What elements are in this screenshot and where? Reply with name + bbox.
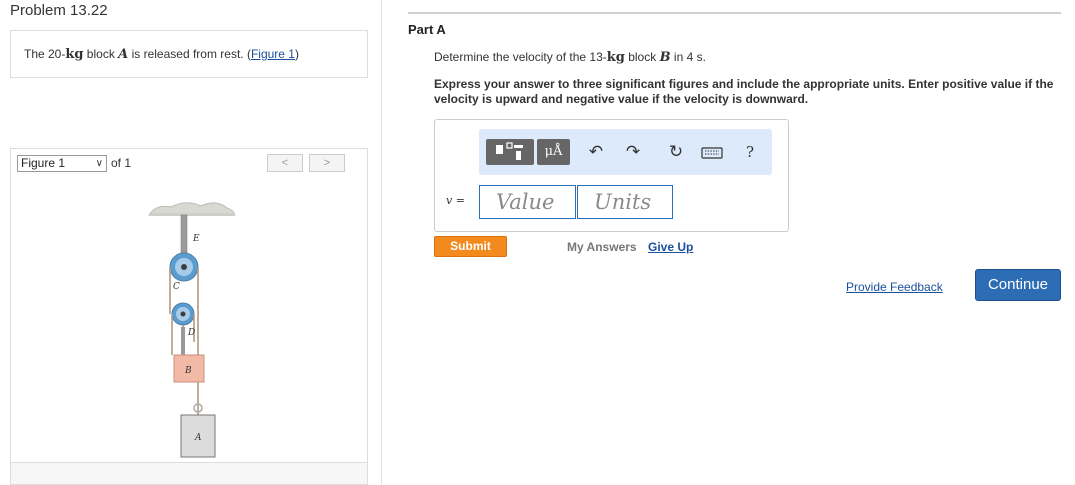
upper-pulley [169,252,199,282]
chevron-left-icon: < [281,157,289,169]
ceiling [148,202,236,216]
chevron-down-icon: ∨ [95,158,103,169]
problem-title: Problem 13.22 [10,2,108,19]
figure-prev-button[interactable]: < [267,154,303,172]
label-b: B [184,366,192,376]
label-d: D [187,328,195,338]
label-c: C [173,282,180,292]
problem-statement: The 20-kg block A is released from rest.… [24,47,299,62]
lower-bracket [181,327,185,355]
hanger-bar [180,214,188,256]
figure-area: Figure 1 ∨ of 1 < > E C D B A [11,149,367,462]
provide-feedback-link[interactable]: Provide Feedback [846,280,943,294]
part-divider [408,12,1061,14]
figure-link[interactable]: Figure 1 [251,47,295,61]
figure-count: of 1 [111,156,132,170]
lower-pulley [171,302,195,326]
undo-icon[interactable]: ↶ [585,141,607,163]
math-toolbar: μÅ ↶ ↷ ↻ ? [479,129,772,175]
instructions-text: Express your answer to three significant… [434,77,1054,106]
redo-icon[interactable]: ↷ [622,141,644,163]
figure-divider [10,462,368,463]
figure-select[interactable]: Figure 1 ∨ [17,155,107,172]
continue-button[interactable]: Continue [975,269,1061,301]
units-button[interactable]: μÅ [537,139,570,165]
submit-button[interactable]: Submit [434,236,507,257]
pulley-diagram: E C D B A [148,202,236,458]
figure-toolbar: Figure 1 ∨ of 1 < > [11,149,367,177]
help-icon[interactable]: ? [739,141,761,163]
reset-icon[interactable]: ↻ [665,141,687,163]
templates-icon [496,142,523,160]
units-input[interactable]: Units [577,185,673,219]
units-icon: μÅ [544,144,563,159]
templates-button[interactable] [486,139,534,165]
value-input[interactable]: Value [479,185,576,219]
give-up-link[interactable]: Give Up [648,240,693,254]
problem-statement-box: The 20-kg block A is released from rest.… [10,30,368,78]
question-text: Determine the velocity of the 13-kg bloc… [434,50,706,65]
label-e: E [192,234,200,244]
part-title: Part A [408,22,446,37]
chevron-right-icon: > [323,157,331,169]
my-answers-link[interactable]: My Answers [567,240,637,254]
figure-next-button[interactable]: > [309,154,345,172]
problem-panel: Problem 13.22 The 20-kg block A is relea… [0,0,372,485]
variable-label: v = [446,194,465,207]
label-a: A [194,433,202,443]
panel-divider [381,0,382,485]
keyboard-icon[interactable] [699,141,725,163]
figure-panel: Figure 1 ∨ of 1 < > E C D B A [10,148,368,485]
